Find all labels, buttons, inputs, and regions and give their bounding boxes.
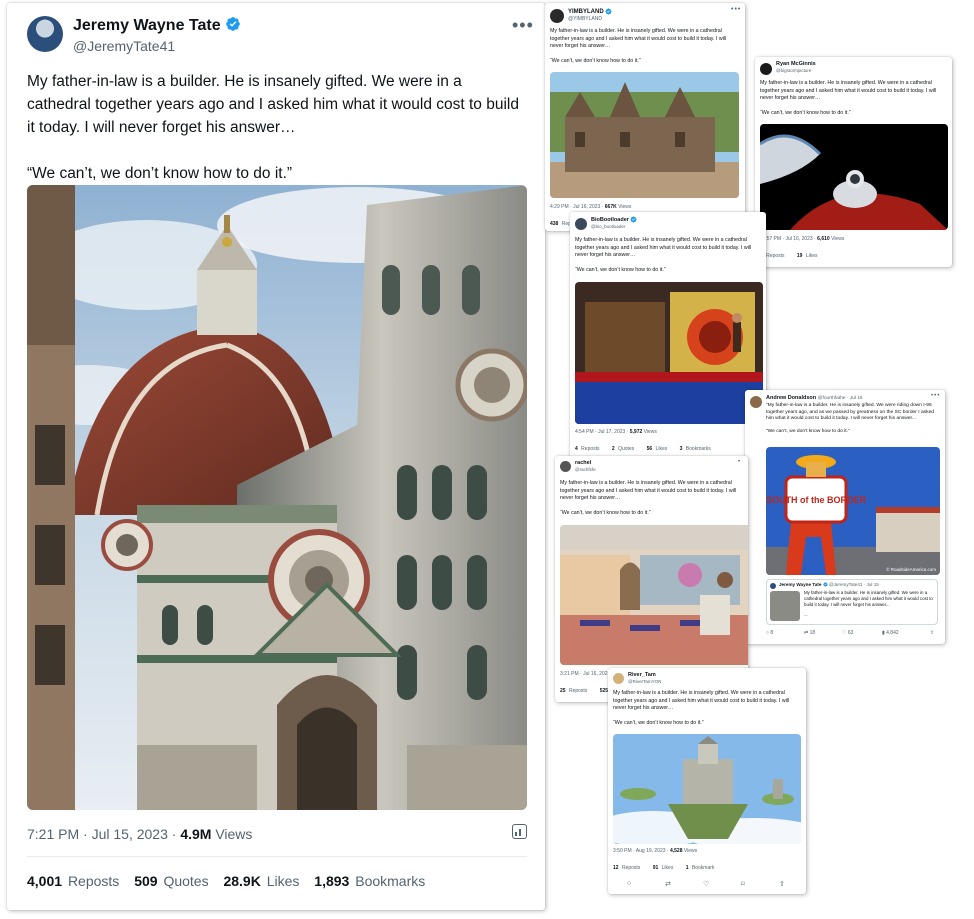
reposts-stat[interactable]: 4 Reposts (575, 446, 600, 452)
author-handle[interactable]: @bio_bootloader (591, 224, 625, 229)
avatar[interactable] (550, 9, 564, 23)
author-name[interactable]: River_Tam (628, 672, 656, 678)
quoted-thumbnail (770, 591, 800, 621)
timestamp-views: 11:57 PM · Jul 16, 2023 · 6,610 Views (760, 236, 845, 242)
reply-icon[interactable]: ○ (627, 880, 631, 887)
more-options-icon[interactable]: ••• (931, 393, 940, 399)
starman-photo[interactable] (760, 124, 948, 230)
restaurant-photo[interactable] (560, 525, 748, 665)
avatar[interactable] (27, 16, 63, 52)
quoted-more: ... (804, 612, 808, 617)
author-handle[interactable]: @rachfsfe (575, 467, 596, 472)
bookmarks-stat[interactable]: 3 Bookmarks (680, 446, 711, 452)
quotes-stat[interactable]: 509 Quotes (134, 873, 208, 889)
quoted-text: My father-in-law is a builder. He is ins… (804, 590, 935, 607)
more-options-icon[interactable]: ••• (512, 15, 534, 36)
author-name[interactable]: BioBootloader (591, 216, 637, 223)
share-icon[interactable]: ⇧ (779, 880, 785, 888)
engagement-stats: 2 Reposts 19 Likes (760, 253, 829, 259)
more-options-icon[interactable]: ••• (731, 6, 741, 13)
verified-badge-icon (630, 216, 637, 223)
reposts-stat[interactable]: 438 Rep (550, 221, 571, 227)
cathedral-photo[interactable] (27, 185, 527, 810)
tweet-text: My father-in-law is a builder. He is ins… (760, 80, 937, 116)
biobootloader-tweet-card[interactable]: BioBootloader @bio_bootloader My father-… (570, 212, 766, 460)
likes-stat[interactable]: 28.9K Likes (223, 873, 299, 889)
author-handle[interactable]: @RiverTamYON (628, 679, 661, 684)
reposts-stat[interactable]: 12 Reposts (613, 865, 640, 871)
bookmarks-stat[interactable]: 1 Bookmark (686, 865, 715, 871)
tweet-text: My father-in-law is a builder. He is ins… (575, 237, 752, 273)
repost-icon[interactable]: ⇄ 18 (804, 630, 815, 636)
share-icon[interactable]: ⇧ (930, 630, 934, 636)
indoor-playground-photo[interactable] (575, 282, 763, 424)
more-options-icon[interactable]: • (738, 459, 741, 465)
engagement-stats: 4,001 Reposts 509 Quotes 28.9K Likes 1,8… (27, 873, 436, 889)
avatar (770, 583, 776, 589)
author-handle[interactable]: @YIMBYLAND (568, 16, 602, 22)
like-icon[interactable]: ♡ (703, 880, 709, 888)
avatar[interactable] (613, 673, 624, 684)
author-name[interactable]: rachel (575, 460, 591, 466)
author-name[interactable]: YIMBYLAND (568, 8, 612, 15)
timestamp-views: 4:29 PM · Jul 16, 2023 · 667K Views (550, 204, 632, 210)
likes-stat[interactable]: 91 Likes (653, 865, 674, 871)
bookmarks-stat[interactable]: 1,893 Bookmarks (314, 873, 425, 889)
timestamp-views: 3:50 PM · Aug 19, 2023 · 4,528 Views (613, 848, 698, 854)
timestamp-views: 4:54 PM · Jul 17, 2023 · 5,972 Views (575, 429, 657, 435)
yimbyland-tweet-card[interactable]: YIMBYLAND @YIMBYLAND ••• My father-in-la… (545, 3, 745, 231)
avatar[interactable] (560, 461, 571, 472)
bookmark-icon[interactable]: ⌑ (741, 880, 745, 888)
tweet-text: My father-in-law is a builder. He is ins… (550, 28, 727, 64)
image-credit: © RoadsideAmerica.com (886, 566, 936, 572)
action-bar: ○ 8 ⇄ 18 ♡ 63 ▮ 4,842 ⇧ (766, 630, 936, 640)
ryan-tweet-card[interactable]: Ryan McGinnis @bigstormpicture My father… (755, 57, 952, 267)
timestamp[interactable]: 3:21 PM · Jul 16, 202 (560, 671, 608, 677)
author-name[interactable]: Jeremy Wayne Tate (73, 17, 241, 35)
author-name[interactable]: Andrew Donaldson @fourthfathe · Jul 16 (766, 395, 863, 401)
verified-badge-icon (225, 16, 241, 32)
divider (27, 856, 527, 857)
tweet-text: “My father-in-law is a builder. He is in… (766, 403, 935, 435)
south-of-the-border-photo[interactable]: SOUTH of the BORDER © RoadsideAmerica.co… (766, 447, 940, 575)
likes-stat[interactable]: 19 Likes (797, 253, 818, 259)
avatar[interactable] (575, 218, 587, 230)
quoted-tweet[interactable]: Jeremy Wayne Tate @JeremyTate41 · Jul 15… (766, 579, 938, 625)
tweet-text: My father-in-law is a builder. He is ins… (27, 73, 519, 182)
verified-badge-icon (823, 582, 828, 587)
engagement-stats: 438 Rep (550, 221, 571, 227)
river-tweet-card[interactable]: River_Tam @RiverTamYON My father-in-law … (608, 668, 806, 894)
repost-icon[interactable]: ⇄ (665, 880, 671, 888)
analytics-icon[interactable] (512, 824, 527, 839)
likes-stat[interactable]: 56 Likes (647, 446, 668, 452)
engagement-stats: 12 Reposts 91 Likes 1 Bookmark (613, 865, 725, 871)
like-icon[interactable]: ♡ 63 (842, 630, 853, 636)
author-name[interactable]: Ryan McGinnis (776, 61, 816, 67)
quotes-stat[interactable]: 2 Quotes (612, 446, 634, 452)
action-bar: ○ ⇄ ♡ ⌑ ⇧ (622, 880, 792, 890)
views-icon[interactable]: ▮ 4,842 (882, 630, 899, 636)
engagement-stats: 4 Reposts 2 Quotes 56 Likes 3 Bookmarks (575, 446, 722, 452)
playground-photo[interactable] (550, 72, 739, 198)
tweet-text: My father-in-law is a builder. He is ins… (560, 480, 737, 516)
avatar[interactable] (750, 396, 762, 408)
author-handle[interactable]: @JeremyTate41 (73, 38, 175, 54)
author-handle[interactable]: @bigstormpicture (776, 68, 811, 73)
avatar[interactable] (760, 63, 772, 75)
reply-icon[interactable]: ○ 8 (766, 630, 773, 636)
floating-castle-image[interactable] (613, 734, 801, 844)
rachel-tweet-card[interactable]: rachel @rachfsfe • My father-in-law is a… (555, 456, 748, 702)
main-tweet-card[interactable]: Jeremy Wayne Tate @JeremyTate41 ••• My f… (7, 3, 545, 910)
timestamp-views: 7:21 PM · Jul 15, 2023 · 4.9M Views (27, 826, 253, 842)
verified-badge-icon (605, 8, 612, 15)
tweet-text: My father-in-law is a builder. He is ins… (613, 690, 790, 726)
sign-text: SOUTH of the BORDER (766, 495, 866, 505)
andrew-tweet-card[interactable]: Andrew Donaldson @fourthfathe · Jul 16 •… (745, 390, 945, 644)
quoted-author-name: Jeremy Wayne Tate @JeremyTate41 · Jul 15 (779, 582, 879, 587)
reposts-stat[interactable]: 25 Reposts (560, 688, 587, 694)
reposts-stat[interactable]: 4,001 Reposts (27, 873, 119, 889)
